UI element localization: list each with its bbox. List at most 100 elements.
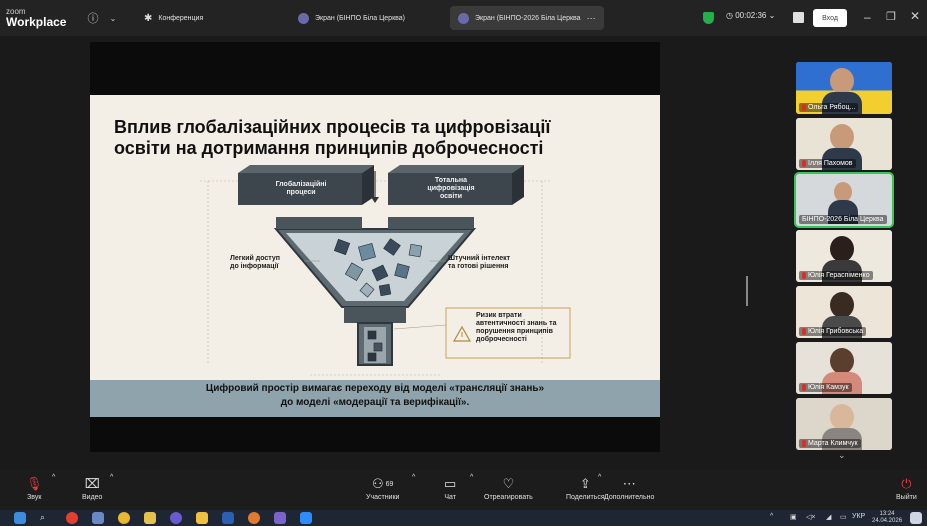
leave-button[interactable]: ⏻ Выйти	[896, 474, 917, 501]
funnel-diagram	[200, 165, 571, 376]
screen-share-icon	[458, 12, 469, 24]
maximize-icon[interactable]: ❐	[886, 10, 896, 23]
scroll-down-icon[interactable]: ⌄	[838, 450, 846, 461]
os-taskbar: ⌕ ^ ▣ ◁× ◢ ▭ УКР 13:24 24.04.2026	[0, 510, 927, 526]
avatar	[830, 68, 854, 94]
tray-apps-icon[interactable]: ▣	[790, 513, 797, 521]
heart-icon: ♡	[502, 476, 515, 491]
video-tile[interactable]: Марта Климчук	[796, 398, 892, 450]
volume-icon[interactable]: ◁×	[806, 513, 815, 521]
label-left-line-2: до інформації	[230, 263, 279, 270]
more-label: Дополнительно	[604, 494, 655, 501]
react-label: Отреагировать	[484, 494, 533, 501]
participants-button[interactable]: ⚇ 69 Участники	[366, 474, 399, 501]
participant-name: БІНПО-2026 Біла Церква	[799, 215, 887, 224]
mic-muted-icon	[802, 384, 806, 391]
risk-line-1: Ризик втрати	[476, 312, 522, 319]
video-tile[interactable]: Юлія Грибовська	[796, 286, 892, 338]
firefox-icon[interactable]	[248, 512, 260, 524]
windows-start-icon[interactable]	[14, 512, 26, 524]
video-button[interactable]: ⌧ Видео	[82, 474, 102, 501]
chevron-down-icon[interactable]: ⌄	[104, 9, 122, 27]
chat-icon: ▭	[444, 476, 457, 491]
notepad-icon[interactable]	[92, 512, 104, 524]
file-explorer-icon[interactable]	[196, 512, 208, 524]
viber-icon[interactable]	[170, 512, 182, 524]
more-icon[interactable]: ⋯	[587, 13, 596, 24]
participant-name: Юлія Гераспіменко	[799, 271, 873, 280]
language-indicator[interactable]: УКР	[852, 513, 865, 520]
audio-options-caret-icon[interactable]: ^	[52, 474, 55, 481]
participant-name: Юлія Грибовська	[799, 327, 867, 336]
slide-footer-text: Цифровий простір вимагає переходу від мо…	[130, 382, 620, 410]
react-button[interactable]: ♡ Отреагировать	[484, 474, 533, 501]
video-tile-active[interactable]: БІНПО-2026 Біла Церква	[794, 172, 894, 228]
search-icon[interactable]: ⌕	[40, 512, 52, 524]
mic-muted-icon	[802, 104, 806, 111]
video-tile[interactable]: Ольга Рябоц...	[796, 62, 892, 114]
info-icon[interactable]: ⓘ	[84, 9, 102, 27]
participant-name-text: Марта Климчук	[808, 440, 858, 447]
participant-name-text: БІНПО-2026 Біла Церква	[802, 216, 884, 223]
participants-count: 69	[385, 480, 394, 488]
box-right-line-2: цифровізація	[427, 185, 475, 192]
leave-label: Выйти	[896, 494, 917, 501]
participants-label: Участники	[366, 494, 400, 501]
signin-button[interactable]: Вход	[813, 9, 847, 27]
view-icon[interactable]	[793, 12, 804, 23]
video-off-icon: ⌧	[84, 476, 100, 491]
minimize-icon[interactable]: –	[864, 10, 871, 24]
participants-options-caret-icon[interactable]: ^	[412, 474, 415, 481]
paint-icon[interactable]	[144, 512, 156, 524]
teams-icon[interactable]	[274, 512, 286, 524]
slide-footer: Цифровий простір вимагає переходу від мо…	[90, 380, 660, 417]
taskbar-clock[interactable]: 13:24 24.04.2026	[872, 511, 902, 525]
share-label: Поделиться	[566, 494, 605, 501]
label-easy-access: Легкий доступ до інформації	[230, 255, 280, 271]
opera-icon[interactable]	[66, 512, 78, 524]
video-options-caret-icon[interactable]: ^	[110, 474, 113, 481]
tray-chevron-icon[interactable]: ^	[770, 513, 773, 520]
label-right-line-2: та готові рішення	[448, 263, 509, 270]
meeting-toolbar: 🎙 Звук ^ ⌧ Видео ^ ⚇ 69 Участники ^ ▭ Чат…	[0, 470, 927, 510]
participant-name-text: Ольга Рябоц...	[808, 104, 856, 111]
mic-muted-icon	[802, 272, 806, 279]
mic-muted-icon	[802, 328, 806, 335]
meeting-timer[interactable]: ◷ 00:02:36 ⌄	[726, 11, 775, 20]
chrome-icon[interactable]	[118, 512, 130, 524]
video-tile[interactable]: Юлія Гераспіменко	[796, 230, 892, 282]
share-frame: Вплив глобалізаційних процесів та цифров…	[90, 42, 660, 452]
tab-meeting[interactable]: ✱ Конференция	[136, 6, 211, 30]
chat-options-caret-icon[interactable]: ^	[470, 474, 473, 481]
zoom-taskbar-icon[interactable]	[300, 512, 312, 524]
screen-share-icon	[298, 12, 309, 24]
risk-line-3: порушення принципів	[476, 328, 553, 335]
shared-screen: Вплив глобалізаційних процесів та цифров…	[0, 36, 760, 466]
risk-label: Ризик втрати автентичності знань та пору…	[476, 312, 556, 344]
word-icon[interactable]	[222, 512, 234, 524]
security-shield-icon[interactable]	[703, 12, 714, 24]
audio-button[interactable]: 🎙 Звук	[26, 474, 43, 501]
network-icon[interactable]: ◢	[826, 513, 831, 521]
share-options-caret-icon[interactable]: ^	[598, 474, 601, 481]
avatar	[830, 348, 854, 374]
video-tile[interactable]: Юлія Камзук	[796, 342, 892, 394]
notifications-icon[interactable]	[910, 512, 922, 524]
participant-name-text: Юлія Грибовська	[808, 328, 864, 335]
box-right-line-3: освіти	[439, 193, 463, 200]
mic-muted-icon	[802, 440, 806, 447]
video-label: Видео	[82, 494, 103, 501]
tab-screen-1[interactable]: Экран (БІНПО Біла Церква)	[290, 6, 413, 30]
mic-muted-icon: 🎙	[26, 476, 43, 491]
meeting-icon: ✱	[144, 12, 153, 24]
more-button[interactable]: ⋯ Дополнительно	[604, 474, 654, 501]
avatar	[830, 124, 854, 150]
panel-resize-handle[interactable]	[746, 276, 748, 306]
chat-button[interactable]: ▭ Чат	[444, 474, 456, 501]
avatar	[830, 404, 854, 430]
tab-screen-2[interactable]: Экран (БІНПО-2026 Біла Церква ⋯	[450, 6, 604, 30]
battery-icon[interactable]: ▭	[840, 513, 847, 521]
video-tile[interactable]: Ілля Пахомов	[796, 118, 892, 170]
tab-screen-1-label: Экран (БІНПО Біла Церква)	[315, 14, 405, 22]
close-icon[interactable]: ✕	[910, 9, 920, 23]
